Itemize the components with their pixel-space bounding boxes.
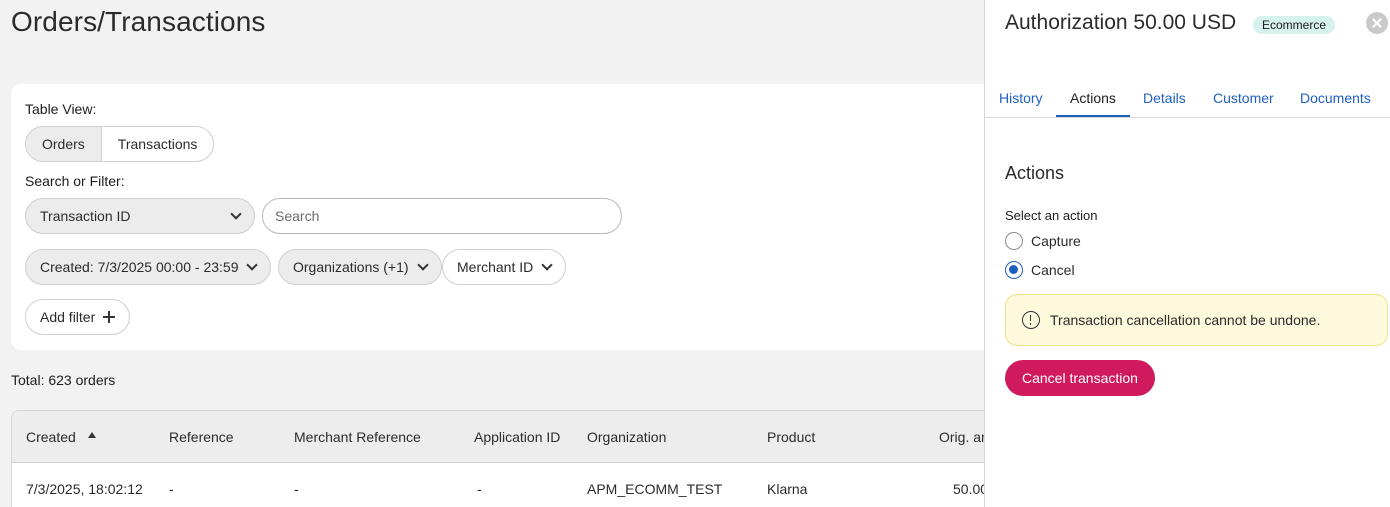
add-filter-button[interactable]: Add filter <box>25 299 131 335</box>
tab-details[interactable]: Details <box>1143 90 1186 106</box>
cell-merchant-reference: - <box>294 481 299 497</box>
page-title: Orders/Transactions <box>11 6 266 37</box>
column-header-product[interactable]: Product <box>767 429 815 445</box>
chevron-down-icon <box>541 258 553 271</box>
radio-unchecked-icon <box>1005 232 1023 250</box>
cell-created: 7/3/2025, 18:02:12 <box>26 481 143 497</box>
view-orders-button[interactable]: Orders <box>26 127 102 161</box>
organizations-filter-chip[interactable]: Organizations (+1) <box>278 249 442 285</box>
cancel-transaction-button[interactable]: Cancel transaction <box>1005 360 1155 396</box>
column-header-reference[interactable]: Reference <box>169 429 234 445</box>
main-content: Orders/Transactions Table View: Orders T… <box>0 0 984 507</box>
table-header: Created Reference Merchant Reference App… <box>12 411 984 463</box>
view-transactions-button[interactable]: Transactions <box>102 127 214 161</box>
warning-text: Transaction cancellation cannot be undon… <box>1050 312 1321 328</box>
chevron-down-icon <box>230 207 242 220</box>
tab-history[interactable]: History <box>999 90 1043 106</box>
panel-tabs: History Actions Details Customer Documen… <box>985 80 1390 118</box>
close-icon[interactable] <box>1366 12 1388 34</box>
created-filter-chip[interactable]: Created: 7/3/2025 00:00 - 23:59 <box>25 249 272 285</box>
table-view-toggle: Orders Transactions <box>25 126 215 162</box>
radio-cancel[interactable]: Cancel <box>1005 260 1075 280</box>
plus-icon <box>103 311 116 323</box>
transaction-side-panel: Authorization 50.00 USD Ecommerce Histor… <box>984 0 1390 507</box>
cell-orig-amount: 50.00 <box>953 481 984 497</box>
column-header-orig-amount[interactable]: Orig. am <box>939 429 984 445</box>
orders-table: Created Reference Merchant Reference App… <box>11 410 984 507</box>
search-input[interactable] <box>262 198 622 234</box>
panel-title: Authorization 50.00 USD <box>1005 11 1237 34</box>
tab-actions[interactable]: Actions <box>1070 90 1116 106</box>
column-header-application-id[interactable]: Application ID <box>474 429 560 445</box>
section-title: Actions <box>1005 163 1065 183</box>
radio-capture-label: Capture <box>1031 233 1081 249</box>
chevron-down-icon <box>416 258 429 271</box>
cell-reference: - <box>169 481 174 497</box>
field-select[interactable]: Transaction ID <box>25 198 255 234</box>
tab-customer[interactable]: Customer <box>1213 90 1274 106</box>
alert-icon <box>1022 311 1040 329</box>
merchant-id-filter-chip[interactable]: Merchant ID <box>442 249 567 285</box>
filter-card: Table View: Orders Transactions Search o… <box>11 84 984 350</box>
table-view-label: Table View: <box>25 101 97 117</box>
column-header-created[interactable]: Created <box>26 429 96 445</box>
add-filter-label: Add filter <box>40 309 96 325</box>
active-tab-indicator <box>1056 115 1130 117</box>
radio-cancel-label: Cancel <box>1031 262 1075 278</box>
channel-badge: Ecommerce <box>1253 16 1336 34</box>
select-action-label: Select an action <box>1005 208 1098 223</box>
column-header-merchant-reference[interactable]: Merchant Reference <box>294 429 421 445</box>
organizations-filter-label: Organizations (+1) <box>293 259 409 275</box>
field-select-value: Transaction ID <box>40 208 131 224</box>
column-header-label: Created <box>26 429 76 445</box>
search-filter-label: Search or Filter: <box>25 173 125 189</box>
radio-capture[interactable]: Capture <box>1005 231 1081 251</box>
cell-application-id: - <box>477 481 482 497</box>
total-count: Total: 623 orders <box>11 372 116 388</box>
warning-banner: Transaction cancellation cannot be undon… <box>1005 294 1388 346</box>
chevron-down-icon <box>246 258 259 271</box>
cell-product: Klarna <box>767 481 808 497</box>
column-header-organization[interactable]: Organization <box>587 429 666 445</box>
tab-documents[interactable]: Documents <box>1300 90 1371 106</box>
merchant-id-filter-label: Merchant ID <box>457 259 534 275</box>
radio-checked-icon <box>1005 261 1023 279</box>
created-filter-label: Created: 7/3/2025 00:00 - 23:59 <box>40 259 239 275</box>
cell-organization: APM_ECOMM_TEST <box>587 481 723 497</box>
sort-ascending-icon <box>87 432 96 438</box>
